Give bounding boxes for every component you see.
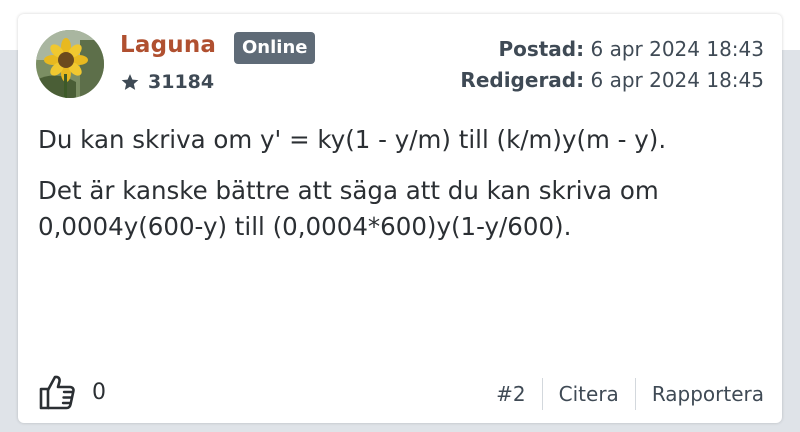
post-meta: Postad: 6 apr 2024 18:43 Redigerad: 6 ap… — [460, 34, 764, 96]
edited-row: Redigerad: 6 apr 2024 18:45 — [460, 65, 764, 96]
avatar[interactable] — [36, 30, 104, 98]
star-icon — [120, 72, 140, 92]
post-paragraph: Det är kanske bättre att säga att du kan… — [38, 176, 659, 241]
like-count: 0 — [92, 379, 106, 405]
author-score-value: 31184 — [148, 71, 215, 93]
posted-timestamp: 6 apr 2024 18:43 — [590, 37, 764, 61]
post-body: Du kan skriva om y' = ky(1 - y/m) till (… — [38, 122, 768, 260]
quote-button[interactable]: Citera — [543, 382, 635, 406]
sunflower-avatar-icon — [36, 30, 104, 98]
post-number-link[interactable]: #2 — [480, 382, 541, 406]
posted-row: Postad: 6 apr 2024 18:43 — [460, 34, 764, 65]
report-button[interactable]: Rapportera — [636, 382, 764, 406]
post-paragraph: Du kan skriva om y' = ky(1 - y/m) till (… — [38, 125, 667, 154]
edited-timestamp: 6 apr 2024 18:45 — [590, 68, 764, 92]
online-status-badge: Online — [234, 32, 316, 64]
thumbs-up-icon[interactable] — [38, 373, 76, 411]
edited-label: Redigerad: — [460, 68, 585, 92]
post-actions: #2 Citera Rapportera — [480, 378, 764, 410]
forum-post: Laguna Online 31184 Postad: 6 apr 2024 1… — [18, 14, 782, 423]
author-name[interactable]: Laguna — [120, 32, 216, 58]
posted-label: Postad: — [498, 37, 585, 61]
author-score: 31184 — [120, 70, 214, 94]
like-control: 0 — [38, 372, 106, 412]
